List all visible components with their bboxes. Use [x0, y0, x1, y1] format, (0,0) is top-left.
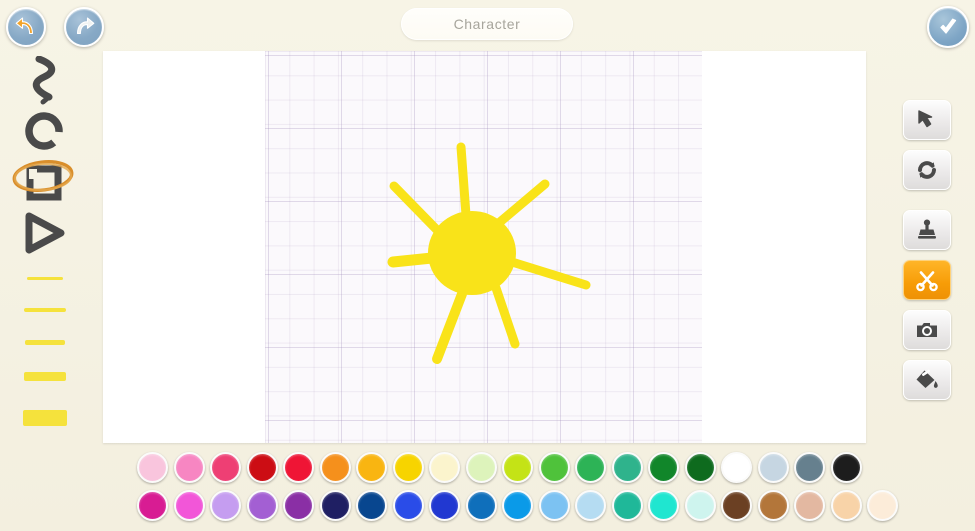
brush-size-1-bar — [27, 276, 63, 280]
color-dark-brown[interactable] — [721, 490, 752, 521]
color-medium-purple[interactable] — [246, 490, 278, 521]
drawing-canvas[interactable] — [103, 51, 866, 443]
triangle-tool[interactable] — [14, 207, 74, 259]
redo-arrow-icon — [76, 17, 95, 35]
left-toolbar — [0, 55, 100, 455]
color-royal-blue[interactable] — [392, 490, 424, 521]
ray-down — [432, 289, 467, 364]
brush-size-1[interactable] — [12, 263, 78, 293]
drawing-app-window: Character — [0, 0, 975, 531]
brush-size-3[interactable] — [12, 327, 78, 357]
rotate-refresh-icon — [918, 161, 936, 179]
square-icon — [26, 165, 62, 201]
color-peach[interactable] — [830, 490, 862, 521]
color-palette — [0, 448, 975, 531]
squiggle-icon — [32, 56, 56, 105]
sun-body — [428, 211, 516, 295]
brush-size-5[interactable] — [12, 403, 78, 433]
camera-tool[interactable] — [903, 310, 951, 350]
sun-drawing — [387, 142, 591, 364]
undo-button[interactable] — [6, 7, 46, 47]
confirm-button[interactable] — [927, 6, 969, 48]
ray-right — [507, 257, 591, 290]
page-title: Character — [453, 16, 521, 32]
rotate-tool[interactable] — [903, 150, 951, 190]
color-magenta[interactable] — [137, 490, 168, 521]
color-pink[interactable] — [173, 452, 205, 483]
color-purple[interactable] — [283, 490, 314, 521]
color-sky-blue[interactable] — [538, 490, 570, 521]
color-brown[interactable] — [757, 490, 789, 521]
scissors-icon — [916, 271, 938, 292]
color-tan[interactable] — [794, 490, 825, 521]
color-white[interactable] — [721, 452, 752, 483]
triangle-icon — [25, 212, 65, 254]
color-crimson[interactable] — [283, 452, 314, 483]
ray-upper-right — [495, 179, 550, 227]
color-dark-red[interactable] — [246, 452, 278, 483]
color-sea-green[interactable] — [611, 452, 643, 483]
undo-arrow-icon — [15, 17, 34, 35]
squiggle-line-tool[interactable] — [14, 55, 74, 107]
ray-left — [387, 252, 438, 268]
circle-tool[interactable] — [14, 105, 74, 157]
color-hot-pink[interactable] — [173, 490, 205, 521]
color-navy[interactable] — [319, 490, 351, 521]
ray-upper-left — [389, 181, 443, 236]
color-dark-blue[interactable] — [356, 490, 387, 521]
brush-size-2[interactable] — [12, 295, 78, 325]
color-deep-pink[interactable] — [210, 452, 241, 483]
color-cream[interactable] — [429, 452, 460, 483]
color-light-blue-gray[interactable] — [757, 452, 789, 483]
document-title-pill[interactable]: Character — [401, 8, 573, 40]
color-pale-green[interactable] — [465, 452, 497, 483]
color-green[interactable] — [538, 452, 570, 483]
select-tool[interactable] — [903, 100, 951, 140]
color-light-pink[interactable] — [137, 452, 168, 483]
checkmark-icon — [940, 18, 957, 34]
color-bright-blue[interactable] — [502, 490, 533, 521]
top-toolbar: Character — [0, 0, 975, 50]
color-orange[interactable] — [319, 452, 351, 483]
ray-lower-right — [491, 283, 520, 349]
color-black[interactable] — [830, 452, 862, 483]
color-steel-blue[interactable] — [465, 490, 497, 521]
camera-icon — [917, 323, 937, 337]
color-turquoise[interactable] — [648, 490, 679, 521]
stamp-icon — [918, 219, 936, 239]
color-pale-blue[interactable] — [575, 490, 606, 521]
ray-up — [456, 142, 471, 220]
stamp-tool[interactable] — [903, 210, 951, 250]
cut-tool[interactable] — [903, 260, 951, 300]
color-emerald[interactable] — [575, 452, 606, 483]
brush-size-4[interactable] — [12, 361, 78, 391]
color-blue[interactable] — [429, 490, 460, 521]
color-slate-gray[interactable] — [794, 452, 825, 483]
color-dark-green[interactable] — [684, 452, 716, 483]
color-forest-green[interactable] — [648, 452, 679, 483]
color-light-lavender[interactable] — [210, 490, 241, 521]
color-amber[interactable] — [356, 452, 387, 483]
brush-size-3-bar — [25, 339, 65, 345]
color-yellow[interactable] — [392, 452, 424, 483]
color-teal[interactable] — [611, 490, 643, 521]
brush-size-2-bar — [24, 308, 66, 312]
color-pale-cyan[interactable] — [684, 490, 716, 521]
arrow-cursor-icon — [918, 110, 933, 128]
fill-tool[interactable] — [903, 360, 951, 400]
color-yellow-green[interactable] — [502, 452, 533, 483]
brush-size-4-bar — [24, 371, 66, 381]
redo-button[interactable] — [64, 7, 104, 47]
square-tool[interactable] — [14, 157, 74, 209]
color-ivory[interactable] — [867, 490, 898, 521]
circle-icon — [25, 112, 63, 150]
paint-bucket-icon — [916, 369, 938, 388]
brush-size-5-bar — [23, 410, 67, 426]
